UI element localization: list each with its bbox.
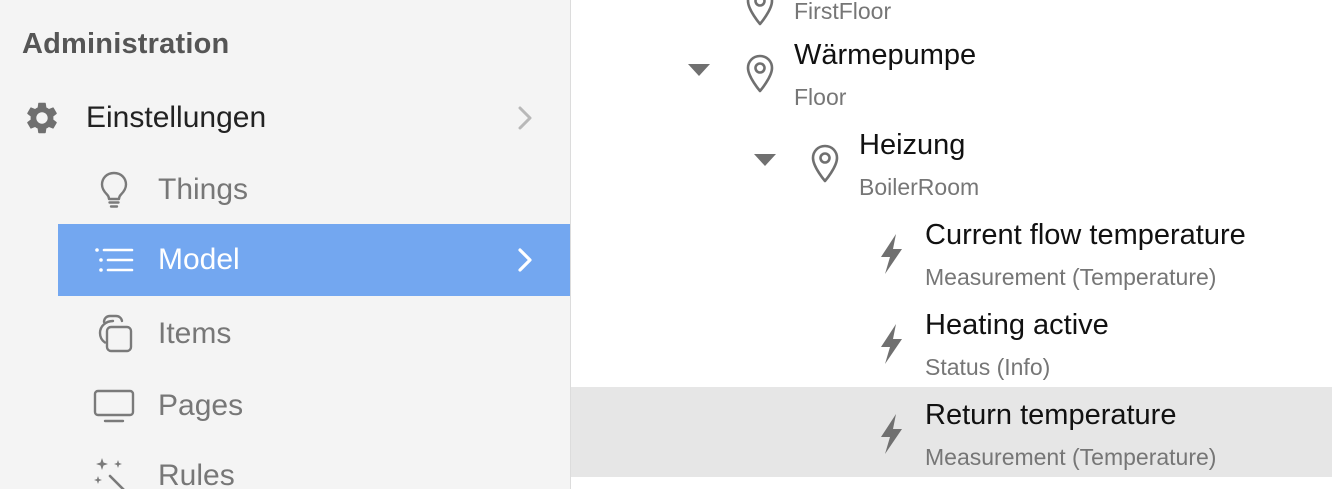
sidebar: Administration Einstellungen Things Mode… bbox=[0, 0, 571, 489]
sidebar-item-label: Things bbox=[158, 173, 249, 206]
lightning-bolt-icon bbox=[871, 409, 911, 459]
tree-node-current-flow-temperature[interactable]: Current flow temperature Measurement (Te… bbox=[571, 215, 1332, 305]
lightning-bolt-icon bbox=[871, 319, 911, 369]
tree-node-subtitle: Floor bbox=[794, 84, 847, 110]
app-window: Administration Einstellungen Things Mode… bbox=[0, 0, 1332, 489]
tree-node-title: Wärmepumpe bbox=[794, 39, 977, 71]
gear-icon bbox=[20, 96, 64, 140]
lightbulb-icon bbox=[92, 168, 136, 212]
tree-node-subtitle: BoilerRoom bbox=[859, 174, 980, 200]
lightning-bolt-icon bbox=[871, 229, 911, 279]
monitor-icon bbox=[92, 384, 136, 428]
sidebar-item-things[interactable]: Things bbox=[0, 154, 570, 226]
model-tree: FirstFloor Wärmepumpe Floor Heizung Boil… bbox=[571, 0, 1332, 489]
sidebar-item-label: Einstellungen bbox=[86, 101, 267, 134]
chevron-right-icon bbox=[514, 103, 536, 133]
sidebar-item-pages[interactable]: Pages bbox=[0, 370, 570, 442]
tree-node-waermepumpe[interactable]: Wärmepumpe Floor bbox=[571, 35, 1332, 125]
tree-node-return-temperature[interactable]: Return temperature Measurement (Temperat… bbox=[571, 387, 1332, 477]
tree-node-heizung[interactable]: Heizung BoilerRoom bbox=[571, 125, 1332, 215]
magic-wand-icon bbox=[92, 454, 136, 489]
tree-node-subtitle: Measurement (Temperature) bbox=[925, 264, 1217, 290]
tree-node-heating-active[interactable]: Heating active Status (Info) bbox=[571, 305, 1332, 395]
sidebar-item-einstellungen[interactable]: Einstellungen bbox=[0, 82, 570, 154]
sidebar-item-rules[interactable]: Rules bbox=[0, 440, 570, 489]
sidebar-item-model[interactable]: Model bbox=[58, 224, 570, 296]
tree-node-subtitle: Measurement (Temperature) bbox=[925, 444, 1217, 470]
stacked-squares-icon bbox=[92, 312, 136, 356]
tree-node-subtitle: FirstFloor bbox=[794, 0, 892, 24]
chevron-right-icon bbox=[514, 245, 536, 275]
caret-down-icon[interactable] bbox=[751, 150, 779, 170]
tree-node-title: Return temperature bbox=[925, 399, 1177, 431]
location-pin-icon bbox=[740, 0, 780, 32]
location-pin-icon bbox=[805, 139, 845, 189]
sidebar-title: Administration bbox=[22, 28, 230, 60]
tree-node-title: Heating active bbox=[925, 309, 1109, 341]
caret-down-icon[interactable] bbox=[685, 60, 713, 80]
tree-node-title: Current flow temperature bbox=[925, 219, 1246, 251]
location-pin-icon bbox=[740, 49, 780, 99]
list-icon bbox=[92, 238, 136, 282]
sidebar-item-label: Rules bbox=[158, 459, 235, 489]
sidebar-item-label: Model bbox=[158, 243, 240, 276]
sidebar-item-label: Items bbox=[158, 317, 232, 350]
tree-node-title: Heizung bbox=[859, 129, 966, 161]
sidebar-item-label: Pages bbox=[158, 389, 244, 422]
sidebar-item-items[interactable]: Items bbox=[0, 298, 570, 370]
tree-node-subtitle: Status (Info) bbox=[925, 354, 1051, 380]
